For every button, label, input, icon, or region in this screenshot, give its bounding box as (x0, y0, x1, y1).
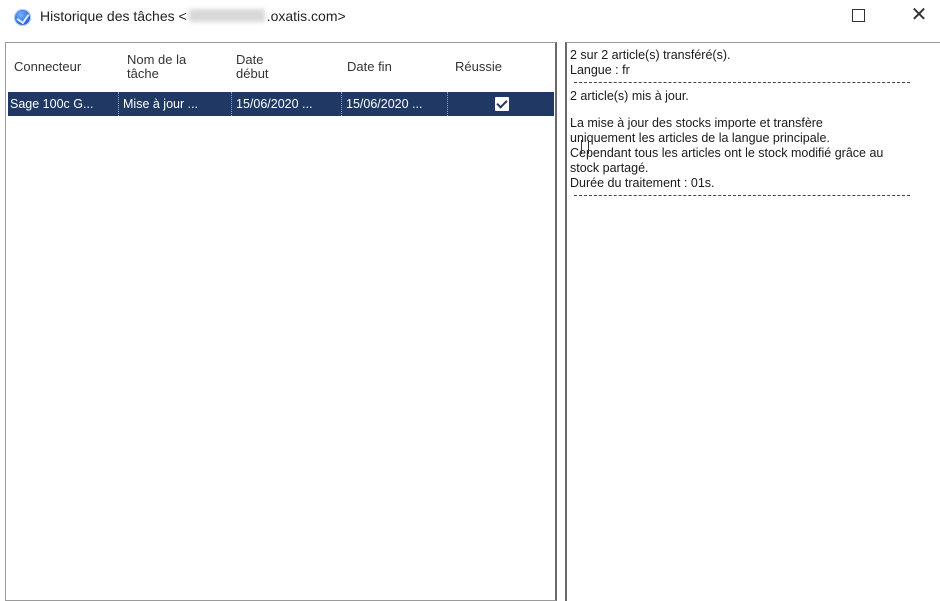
task-list-header: Connecteur Nom de la tâche Date début Da… (6, 43, 555, 91)
cell-connecteur: Sage 100c G... (8, 92, 119, 116)
redacted-domain (188, 9, 265, 22)
window-title: Historique des tâches < .oxatis.com> (40, 8, 346, 24)
log-line: uniquement les articles de la langue pri… (570, 131, 830, 145)
table-row[interactable]: Sage 100c G... Mise à jour ... 15/06/202… (8, 92, 554, 116)
maximize-button[interactable] (852, 9, 865, 22)
log-line: Langue : fr (570, 63, 630, 77)
column-header-reussie[interactable]: Réussie (455, 43, 535, 91)
log-line: stock partagé. (570, 161, 649, 175)
success-checkbox (495, 97, 509, 111)
column-header-connecteur[interactable]: Connecteur (14, 43, 114, 91)
log-line: La mise à jour des stocks importe et tra… (570, 116, 823, 130)
task-details-log[interactable]: 2 sur 2 article(s) transféré(s). Langue … (565, 42, 940, 601)
log-line: 2 article(s) mis à jour. (570, 89, 689, 103)
log-separator (574, 195, 910, 196)
log-separator (574, 82, 910, 83)
column-header-date-debut[interactable]: Date début (236, 43, 296, 91)
column-header-nom-tache[interactable]: Nom de la tâche (127, 43, 207, 91)
log-line: 2 sur 2 article(s) transféré(s). (570, 48, 731, 62)
cell-nom-tache: Mise à jour ... (121, 92, 232, 116)
log-line: Durée du traitement : 01s. (570, 176, 715, 190)
text-cursor-icon (581, 140, 589, 154)
log-line: Cependant tous les articles ont le stock… (570, 146, 884, 160)
window-title-prefix: Historique des tâches < (40, 8, 187, 24)
title-bar: Historique des tâches < .oxatis.com> ✕ (0, 0, 940, 36)
close-button[interactable]: ✕ (908, 4, 930, 26)
cell-date-fin: 15/06/2020 ... (344, 92, 448, 116)
app-logo-icon (14, 9, 31, 26)
task-list: Connecteur Nom de la tâche Date début Da… (5, 42, 557, 601)
window-title-suffix: .oxatis.com> (266, 8, 346, 24)
task-history-window: Historique des tâches < .oxatis.com> ✕ Co… (0, 0, 940, 601)
column-header-date-fin[interactable]: Date fin (347, 43, 427, 91)
cell-date-debut: 15/06/2020 ... (234, 92, 342, 116)
